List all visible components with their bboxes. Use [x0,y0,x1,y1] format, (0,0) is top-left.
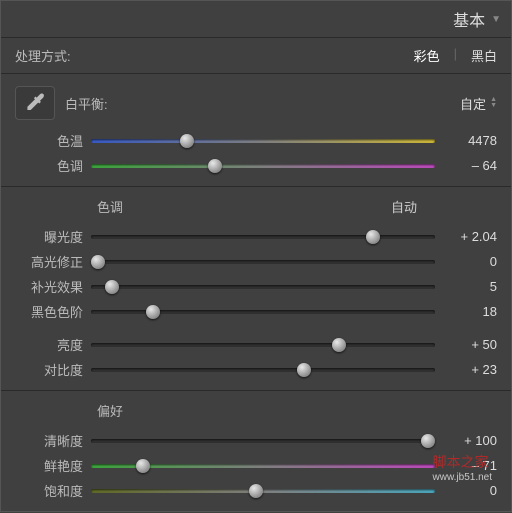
fill-label: 补光效果 [15,277,83,296]
vibrance-row: 鲜艳度 – 71 [1,453,511,478]
exposure-row: 曝光度 + 2.04 [1,224,511,249]
blacks-thumb[interactable] [146,305,160,319]
basic-panel: 基本 ▼ 处理方式: 彩色 | 黑白 白平衡: 自定 ▲▼ 色温 [0,0,512,512]
wb-section: 白平衡: 自定 ▲▼ 色温 4478 色调 – 64 [1,74,511,187]
saturation-row: 饱和度 0 [1,478,511,503]
treatment-label: 处理方式: [15,46,414,65]
clarity-label: 清晰度 [15,431,83,450]
exposure-label: 曝光度 [15,227,83,246]
eyedropper-button[interactable] [15,86,55,120]
updown-icon: ▲▼ [490,97,497,109]
wb-dropdown[interactable]: 自定 ▲▼ [460,94,497,113]
contrast-label: 对比度 [15,360,83,379]
recovery-value[interactable]: 0 [443,254,497,269]
blacks-label: 黑色色阶 [15,302,83,321]
fill-thumb[interactable] [105,280,119,294]
exposure-slider[interactable] [91,230,435,244]
saturation-value[interactable]: 0 [443,483,497,498]
saturation-slider[interactable] [91,484,435,498]
temp-value[interactable]: 4478 [443,133,497,148]
brightness-thumb[interactable] [332,338,346,352]
fill-slider[interactable] [91,280,435,294]
presence-section: 偏好 清晰度 + 100 鲜艳度 – 71 饱和度 0 [1,391,511,511]
temp-thumb[interactable] [180,134,194,148]
temp-row: 色温 4478 [1,128,511,153]
contrast-row: 对比度 + 23 [1,357,511,382]
vibrance-value[interactable]: – 71 [443,458,497,473]
brightness-slider[interactable] [91,338,435,352]
exposure-value[interactable]: + 2.04 [443,229,497,244]
contrast-value[interactable]: + 23 [443,362,497,377]
treatment-bw[interactable]: 黑白 [471,46,497,65]
brightness-row: 亮度 + 50 [1,332,511,357]
brightness-label: 亮度 [15,335,83,354]
vibrance-label: 鲜艳度 [15,456,83,475]
clarity-thumb[interactable] [421,434,435,448]
treatment-color[interactable]: 彩色 [414,46,440,65]
temp-slider[interactable] [91,134,435,148]
wb-label: 白平衡: [65,94,460,113]
eyedropper-icon [22,90,48,116]
brightness-value[interactable]: + 50 [443,337,497,352]
tint-value[interactable]: – 64 [443,158,497,173]
fill-value[interactable]: 5 [443,279,497,294]
recovery-slider[interactable] [91,255,435,269]
saturation-thumb[interactable] [249,484,263,498]
blacks-value[interactable]: 18 [443,304,497,319]
tint-label: 色调 [15,156,83,175]
tint-row: 色调 – 64 [1,153,511,178]
recovery-row: 高光修正 0 [1,249,511,274]
saturation-label: 饱和度 [15,481,83,500]
vibrance-thumb[interactable] [136,459,150,473]
recovery-thumb[interactable] [91,255,105,269]
tint-slider[interactable] [91,159,435,173]
clarity-slider[interactable] [91,434,435,448]
treatment-row: 处理方式: 彩色 | 黑白 [1,38,511,74]
recovery-label: 高光修正 [15,252,83,271]
tone-label: 色调 [97,197,391,216]
vibrance-slider[interactable] [91,459,435,473]
treatment-sep: | [454,46,457,65]
blacks-row: 黑色色阶 18 [1,299,511,324]
tone-section: 色调 自动 曝光度 + 2.04 高光修正 0 补光效果 5 黑色色阶 18 亮… [1,187,511,391]
clarity-value[interactable]: + 100 [443,433,497,448]
temp-label: 色温 [15,131,83,150]
contrast-slider[interactable] [91,363,435,377]
collapse-icon: ▼ [491,14,501,25]
panel-header[interactable]: 基本 ▼ [1,1,511,38]
blacks-slider[interactable] [91,305,435,319]
tint-thumb[interactable] [208,159,222,173]
auto-tone-button[interactable]: 自动 [391,197,417,216]
presence-label: 偏好 [97,401,497,420]
contrast-thumb[interactable] [297,363,311,377]
fill-row: 补光效果 5 [1,274,511,299]
exposure-thumb[interactable] [366,230,380,244]
panel-title: 基本 [453,7,485,31]
clarity-row: 清晰度 + 100 [1,428,511,453]
wb-value-text: 自定 [460,94,486,113]
